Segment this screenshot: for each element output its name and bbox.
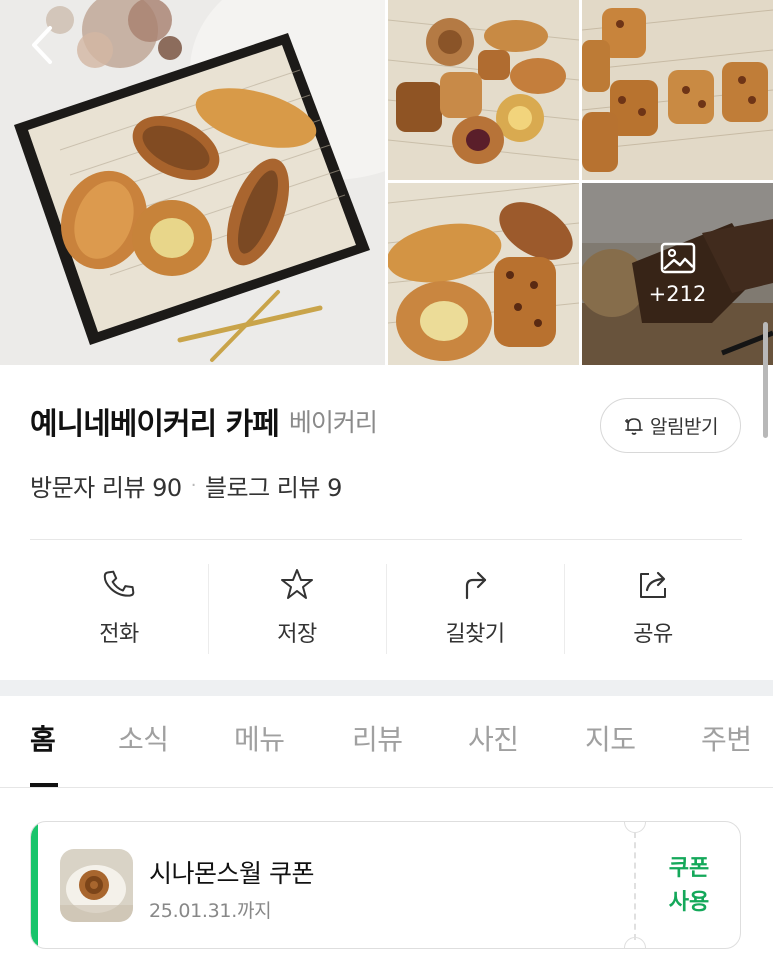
coupon-use-line1: 쿠폰 bbox=[668, 856, 710, 881]
coupon-expiry: 25.01.31.까지 bbox=[149, 900, 272, 922]
directions-icon bbox=[465, 571, 487, 600]
share-icon bbox=[640, 571, 666, 598]
gallery-photo[interactable] bbox=[388, 183, 579, 365]
tab-menu[interactable]: 메뉴 bbox=[234, 718, 285, 758]
back-button[interactable] bbox=[26, 24, 60, 66]
more-photos[interactable]: +212 bbox=[582, 183, 773, 365]
star-icon bbox=[281, 569, 313, 599]
save-label: 저장 bbox=[277, 622, 317, 647]
visitor-review-link[interactable]: 방문자 리뷰 90 bbox=[30, 468, 182, 503]
place-category: 베이커리 bbox=[288, 408, 378, 437]
tab-news[interactable]: 소식 bbox=[118, 718, 169, 758]
review-separator: · bbox=[190, 475, 197, 496]
divider bbox=[30, 539, 742, 540]
tab-bar: 홈 소식 메뉴 리뷰 사진 지도 주변 bbox=[0, 696, 773, 788]
tab-reviews[interactable]: 리뷰 bbox=[352, 718, 403, 758]
photo-gallery: my bbox=[0, 0, 773, 365]
chevron-left-icon bbox=[32, 26, 52, 64]
scrollbar[interactable] bbox=[763, 322, 768, 438]
place-title-row: 예니네베이커리 카페 베이커리 bbox=[30, 396, 378, 446]
review-summary: 방문자 리뷰 90 · 블로그 리뷰 9 bbox=[30, 468, 342, 503]
more-photos-count: +212 bbox=[648, 282, 707, 306]
tab-photos[interactable]: 사진 bbox=[468, 718, 519, 758]
coupon-use-line2: 사용 bbox=[668, 890, 710, 915]
action-bar: 전화 저장 길찾기 공유 bbox=[30, 562, 742, 654]
call-button[interactable]: 전화 bbox=[30, 562, 208, 654]
coupon-card[interactable]: 시나몬스월 쿠폰 25.01.31.까지 쿠폰 사용 bbox=[30, 821, 741, 949]
gallery-photo[interactable] bbox=[388, 0, 579, 180]
bell-plus-icon bbox=[625, 417, 643, 435]
call-label: 전화 bbox=[99, 622, 139, 647]
image-icon bbox=[660, 242, 695, 274]
coupon-use-button[interactable]: 쿠폰 사용 bbox=[643, 852, 735, 920]
coupon-title: 시나몬스월 쿠폰 bbox=[149, 859, 314, 888]
directions-label: 길찾기 bbox=[445, 622, 505, 647]
tab-nearby[interactable]: 주변 bbox=[701, 718, 752, 758]
share-button[interactable]: 공유 bbox=[564, 562, 742, 654]
coupon-accent-bar bbox=[31, 822, 38, 948]
place-name: 예니네베이커리 카페 bbox=[30, 407, 280, 442]
share-label: 공유 bbox=[633, 622, 673, 647]
section-gap bbox=[0, 680, 773, 696]
notification-label: 알림받기 bbox=[650, 416, 718, 438]
notification-button[interactable]: 알림받기 bbox=[600, 398, 741, 453]
active-tab-indicator bbox=[30, 783, 58, 787]
blog-review-link[interactable]: 블로그 리뷰 9 bbox=[205, 468, 342, 503]
coupon-thumbnail bbox=[60, 849, 133, 922]
tab-map[interactable]: 지도 bbox=[585, 718, 636, 758]
coupon-divider bbox=[634, 832, 636, 940]
more-overlay: +212 bbox=[582, 183, 773, 365]
tab-home[interactable]: 홈 bbox=[30, 718, 56, 758]
gallery-photo[interactable]: my bbox=[582, 0, 773, 180]
main-photo[interactable] bbox=[0, 0, 385, 365]
directions-button[interactable]: 길찾기 bbox=[386, 562, 564, 654]
phone-icon bbox=[103, 570, 135, 597]
save-button[interactable]: 저장 bbox=[208, 562, 386, 654]
